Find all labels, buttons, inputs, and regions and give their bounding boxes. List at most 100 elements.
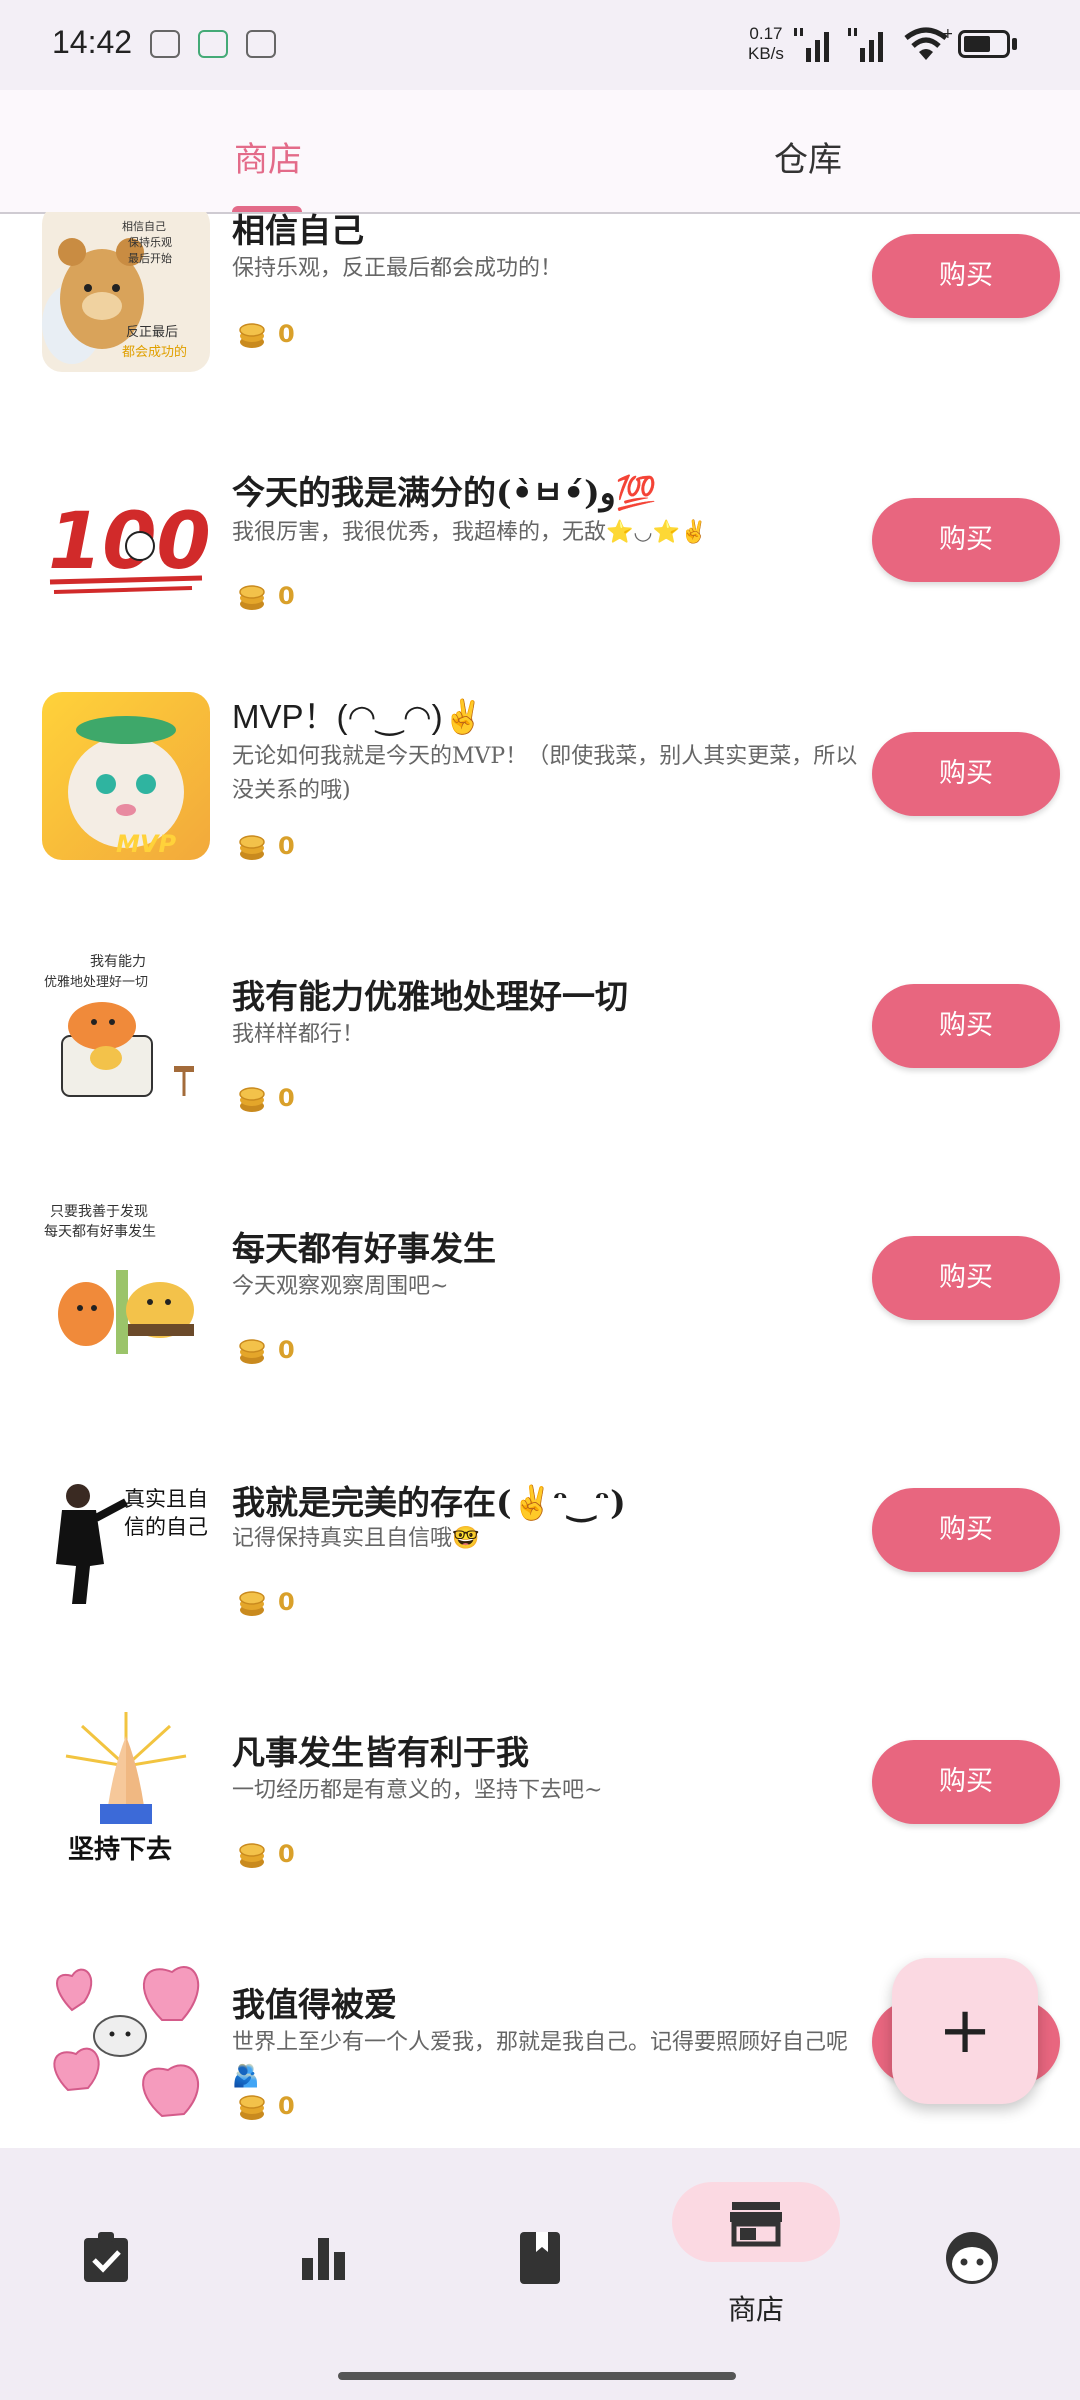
item-description: 无论如何我就是今天的MVP！（即使我菜，别人其实更菜，所以没关系的哦) — [232, 744, 858, 803]
list-item: MVP MVP！(◠‿◠)✌ 无论如何我就是今天的MVP！（即使我菜，别人其实更… — [0, 680, 1080, 932]
item-title: 凡事发生皆有利于我 — [232, 1733, 529, 1772]
hearts-sticker-image — [42, 1950, 210, 2118]
tab-store[interactable]: 商店 — [168, 132, 368, 181]
item-title: 今天的我是满分的(•̀ㅂ•́)و💯 — [232, 473, 657, 512]
bear-sticker-image: 相信自己 保持乐观 最后开始 反正最后 都会成功的 — [42, 212, 210, 372]
real-self-sticker-art: 真实且自 信的自己 — [56, 1484, 208, 1604]
store-item-list[interactable]: 相信自己 保持乐观 最后开始 反正最后 都会成功的 相信自己 保持乐观，反正最后… — [0, 212, 1080, 2148]
coin-icon — [239, 1843, 265, 1868]
buy-button[interactable]: 购买 — [872, 732, 1060, 816]
tab-warehouse[interactable]: 仓库 — [708, 132, 908, 181]
good-things-sticker-image: 只要我善于发现 每天都有好事发生 — [42, 1198, 210, 1366]
mvp-hamster-sticker-image: MVP — [42, 692, 210, 860]
coin-icon — [239, 585, 265, 610]
praying-hands-sticker-art: 坚持下去 — [65, 1712, 187, 1865]
network-speed: 0.17 KB/s — [748, 24, 784, 64]
battery-tip — [1012, 38, 1017, 50]
item-description: 我很厉害，我很优秀，我超棒的，无敌⭐◡⭐✌ — [232, 520, 708, 545]
add-fab-button[interactable]: + — [892, 1958, 1038, 2104]
svg-text:优雅地处理好一切: 优雅地处理好一切 — [44, 975, 148, 990]
price-value: 0 — [278, 832, 295, 860]
item-title: 我就是完美的存在(✌ᵔ‿ᵔ) — [232, 1483, 626, 1522]
top-tab-bar: 商店 仓库 — [0, 90, 1080, 214]
profile-icon[interactable] — [942, 2228, 1002, 2288]
nav-store-label[interactable]: 商店 — [706, 2288, 806, 2328]
svg-text:只要我善于发现: 只要我善于发现 — [50, 1204, 148, 1220]
item-title: 我值得被爱 — [232, 1985, 397, 2024]
svg-text:我有能力: 我有能力 — [90, 954, 146, 970]
svg-text:信的自己: 信的自己 — [124, 1515, 208, 1539]
home-indicator[interactable] — [338, 2372, 736, 2380]
price-value: 0 — [278, 2092, 295, 2120]
svg-text:每天都有好事发生: 每天都有好事发生 — [44, 1224, 156, 1240]
gallery-icon — [198, 30, 228, 58]
svg-text:都会成功的: 都会成功的 — [122, 344, 187, 360]
list-item: 真实且自 信的自己 我就是完美的存在(✌ᵔ‿ᵔ) 记得保持真实且自信哦🤓 0 购… — [0, 1436, 1080, 1688]
list-item: 坚持下去 凡事发生皆有利于我 一切经历都是有意义的，坚持下去吧~ 0 购买 — [0, 1688, 1080, 1940]
real-self-sticker-image: 真实且自 信的自己 — [42, 1454, 210, 1622]
app-notification-icon — [246, 30, 276, 58]
coin-icon — [239, 1087, 265, 1112]
coin-icon — [239, 2095, 265, 2120]
100-sticker-image: 100 — [42, 458, 210, 626]
svg-text:相信自己: 相信自己 — [122, 220, 166, 233]
signal-icon — [848, 28, 883, 62]
elegant-sticker-image: 我有能力 优雅地处理好一切 — [42, 946, 210, 1114]
elegant-sticker-art: 我有能力 优雅地处理好一切 — [44, 954, 194, 1097]
list-item: 相信自己 保持乐观 最后开始 反正最后 都会成功的 相信自己 保持乐观，反正最后… — [0, 212, 1080, 404]
hundred-sticker-art: 100 — [48, 497, 210, 594]
svg-text:MVP: MVP — [116, 830, 176, 858]
item-title: 我有能力优雅地处理好一切 — [232, 977, 628, 1016]
coin-icon — [239, 1591, 265, 1616]
buy-button[interactable]: 购买 — [872, 234, 1060, 318]
signal-icon — [794, 28, 829, 62]
bottom-navigation: 商店 — [0, 2148, 1080, 2400]
price-value: 0 — [278, 1084, 295, 1112]
item-description: 今天观察观察周围吧~ — [232, 1274, 449, 1299]
list-item: 只要我善于发现 每天都有好事发生 每天都有好事发生 今天观察观察周围吧~ 0 购… — [0, 1184, 1080, 1436]
price-value: 0 — [278, 1840, 295, 1868]
item-description: 保持乐观，反正最后都会成功的！ — [232, 256, 563, 281]
list-item: 我有能力 优雅地处理好一切 我有能力优雅地处理好一切 我样样都行！ 0 购买 — [0, 932, 1080, 1184]
stats-icon[interactable] — [294, 2228, 354, 2288]
item-description: 一切经历都是有意义的，坚持下去吧~ — [232, 1778, 603, 1803]
buy-button[interactable]: 购买 — [872, 1236, 1060, 1320]
status-bar: 14:42 0.17 KB/s + — [0, 0, 1080, 90]
item-description: 我样样都行！ — [232, 1022, 365, 1047]
buy-button[interactable]: 购买 — [872, 1740, 1060, 1824]
item-description: 世界上至少有一个人爱我，那就是我自己。记得要照顾好自己呢🫂 — [232, 2030, 849, 2089]
tasks-icon[interactable] — [76, 2228, 136, 2288]
status-time: 14:42 — [52, 24, 133, 60]
bear-sticker-art: 相信自己 保持乐观 最后开始 反正最后 都会成功的 — [42, 220, 187, 364]
item-title: MVP！(◠‿◠)✌ — [232, 698, 484, 735]
coin-icon — [239, 835, 265, 860]
svg-text:真实且自: 真实且自 — [124, 1487, 208, 1511]
price-value: 0 — [278, 1588, 295, 1616]
coin-icon — [239, 323, 265, 348]
price-value: 0 — [278, 582, 295, 610]
svg-text:+: + — [942, 26, 952, 42]
good-things-sticker-art: 只要我善于发现 每天都有好事发生 — [44, 1204, 194, 1354]
buy-button[interactable]: 购买 — [872, 984, 1060, 1068]
svg-text:坚持下去: 坚持下去 — [68, 1835, 172, 1865]
coin-icon — [239, 1339, 265, 1364]
store-icon[interactable] — [726, 2194, 786, 2254]
battery-icon — [958, 30, 1010, 58]
list-item: 100 今天的我是满分的(•̀ㅂ•́)و💯 我很厉害，我很优秀，我超棒的，无敌⭐… — [0, 428, 1080, 680]
vr-icon — [150, 30, 180, 58]
buy-button[interactable]: 购买 — [872, 1488, 1060, 1572]
svg-text:最后开始: 最后开始 — [128, 251, 172, 265]
book-icon[interactable] — [510, 2228, 570, 2288]
svg-text:保持乐观: 保持乐观 — [128, 235, 172, 249]
svg-text:反正最后: 反正最后 — [126, 325, 178, 340]
item-description: 记得保持真实且自信哦🤓 — [232, 1526, 480, 1551]
praying-hands-sticker-image: 坚持下去 — [42, 1706, 210, 1874]
buy-button[interactable]: 购买 — [872, 498, 1060, 582]
price-value: 0 — [278, 1336, 295, 1364]
mvp-sticker-art: MVP — [68, 716, 184, 858]
hearts-sticker-art — [53, 1966, 200, 2118]
item-title: 每天都有好事发生 — [232, 1229, 496, 1268]
price-value: 0 — [278, 320, 295, 348]
item-title: 相信自己 — [232, 212, 364, 250]
speed-value: 0.17 — [749, 24, 783, 43]
